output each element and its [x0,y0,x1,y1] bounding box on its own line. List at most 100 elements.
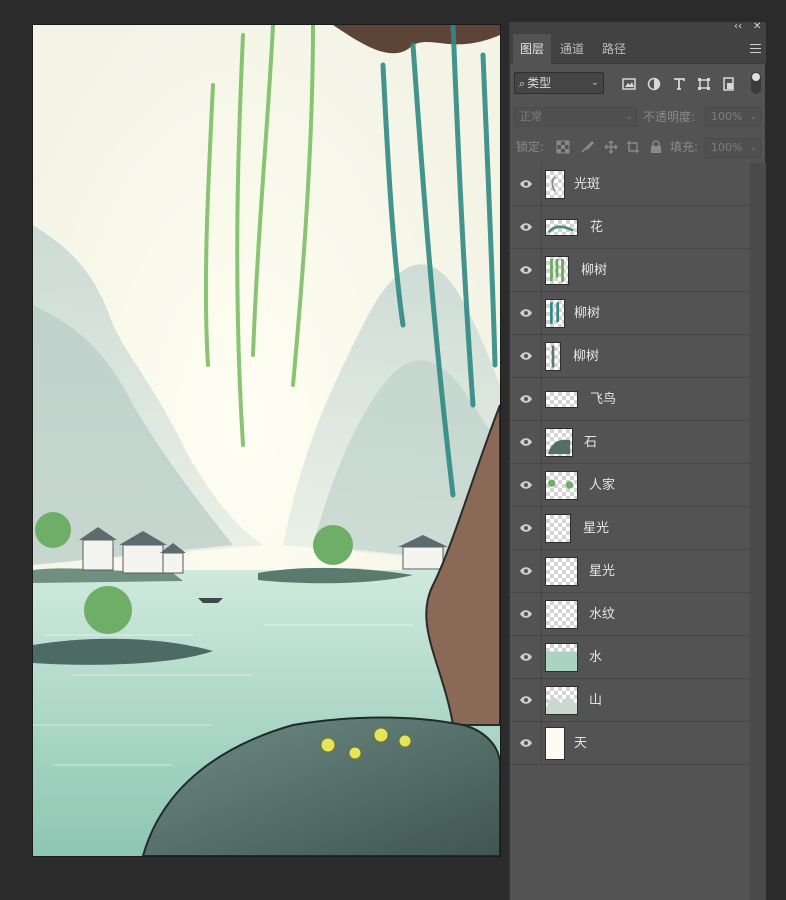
layer-row[interactable]: 星光 [510,550,750,593]
artwork-image [33,25,500,856]
layer-row[interactable]: 水纹 [510,593,750,636]
layer-thumbnail [545,471,578,500]
layer-name: 山 [589,693,603,708]
tab-layers[interactable]: 图层 [513,34,552,64]
layer-name: 石 [584,435,598,450]
blend-mode-select[interactable]: 正常 ⌄ [514,107,637,127]
layer-row[interactable]: 石 [510,421,750,464]
layer-thumbnail [545,428,573,457]
filter-type-label: 类型 [527,76,552,90]
visibility-toggle[interactable] [510,378,542,421]
tab-paths[interactable]: 路径 [595,34,633,64]
chevron-down-icon: ⌄ [625,112,633,122]
visibility-toggle[interactable] [510,722,542,765]
panel-tabbar: 图层 通道 路径 [510,34,766,64]
blend-row: 正常 ⌄ 不透明度: 100% ⌄ [510,104,766,130]
visibility-toggle[interactable] [510,593,542,636]
layers-scrollbar[interactable] [750,163,766,900]
layer-filter-row: ⌕ 类型 ⌄ [510,67,766,99]
eye-icon [520,438,532,446]
layer-thumbnail [545,391,578,408]
layer-thumbnail [545,643,578,672]
opacity-input[interactable]: 100% ⌄ [705,107,761,127]
visibility-toggle[interactable] [510,421,542,464]
layer-row[interactable]: 星光 [510,507,750,550]
layer-row[interactable]: 人家 [510,464,750,507]
eye-icon [520,696,532,704]
layer-thumbnail [545,170,565,199]
visibility-toggle[interactable] [510,679,542,722]
chevron-down-icon: ⌄ [749,143,757,153]
smart-object-filter-icon[interactable] [722,77,736,91]
search-icon: ⌕ [519,77,526,90]
visibility-toggle[interactable] [510,335,542,378]
visibility-toggle[interactable] [510,249,542,292]
image-filter-icon[interactable] [622,77,636,91]
eye-icon [520,309,532,317]
lock-position-icon[interactable] [604,140,618,154]
fill-label: 填充: [670,140,699,154]
eye-icon [520,567,532,575]
blend-mode-value: 正常 [520,110,542,123]
lock-image-pixels-icon[interactable] [580,140,594,154]
filter-toggle[interactable] [751,72,761,94]
layer-thumbnail [545,342,561,371]
layer-row[interactable]: 柳树 [510,249,750,292]
eye-icon [520,352,532,360]
eye-icon [520,524,532,532]
visibility-toggle[interactable] [510,163,542,206]
layer-thumbnail [545,686,578,715]
chevron-down-icon: ⌄ [590,77,599,88]
visibility-toggle[interactable] [510,292,542,335]
visibility-toggle[interactable] [510,464,542,507]
lock-all-icon[interactable] [649,140,663,154]
layer-row[interactable]: 花 [510,206,750,249]
layer-name: 天 [574,736,588,751]
collapse-panel-icon[interactable]: ‹‹ [734,21,742,33]
layer-name: 花 [590,220,604,235]
visibility-toggle[interactable] [510,507,542,550]
layer-name: 柳树 [573,349,600,364]
eye-icon [520,481,532,489]
eye-icon [520,610,532,618]
filter-type-select[interactable]: ⌕ 类型 ⌄ [514,72,604,94]
layer-row[interactable]: 柳树 [510,292,750,335]
fill-value: 100% [711,141,743,154]
close-panel-icon[interactable]: ✕ [753,21,761,33]
panel-menu-icon[interactable] [750,44,761,53]
layer-row[interactable]: 光斑 [510,163,750,206]
shape-filter-icon[interactable] [697,77,711,91]
tab-channels[interactable]: 通道 [553,34,591,64]
opacity-label: 不透明度: [643,110,696,124]
visibility-toggle[interactable] [510,636,542,679]
adjustment-filter-icon[interactable] [647,77,661,91]
layer-thumbnail [545,299,565,328]
eye-icon [520,223,532,231]
opacity-value: 100% [711,110,743,123]
layer-row[interactable]: 柳树 [510,335,750,378]
visibility-toggle[interactable] [510,206,542,249]
layer-name: 光斑 [574,177,601,192]
layer-row[interactable]: 天 [510,722,750,765]
layer-row[interactable]: 山 [510,679,750,722]
type-filter-icon[interactable] [672,77,686,91]
eye-icon [520,395,532,403]
layer-row[interactable]: 飞鸟 [510,378,750,421]
layer-name: 飞鸟 [590,392,617,407]
visibility-toggle[interactable] [510,550,542,593]
layer-name: 水纹 [589,607,616,622]
layer-thumbnail [545,727,565,760]
document-canvas[interactable] [33,25,500,856]
layer-name: 柳树 [581,263,608,278]
lock-transparent-pixels-icon[interactable] [556,140,570,154]
layer-row[interactable]: 水 [510,636,750,679]
layer-thumbnail [545,514,571,543]
lock-artboard-icon[interactable] [626,140,640,154]
layers-panel: ‹‹ ✕ 图层 通道 路径 ⌕ 类型 ⌄ 正常 ⌄ 不透明度: 100% ⌄ 锁定… [509,21,766,900]
layer-name: 柳树 [574,306,601,321]
chevron-down-icon: ⌄ [749,112,757,122]
lock-row: 锁定: 填充: 100% ⌄ [510,135,766,161]
eye-icon [520,653,532,661]
panel-header-bar: ‹‹ ✕ [510,21,766,34]
fill-input[interactable]: 100% ⌄ [705,138,761,158]
